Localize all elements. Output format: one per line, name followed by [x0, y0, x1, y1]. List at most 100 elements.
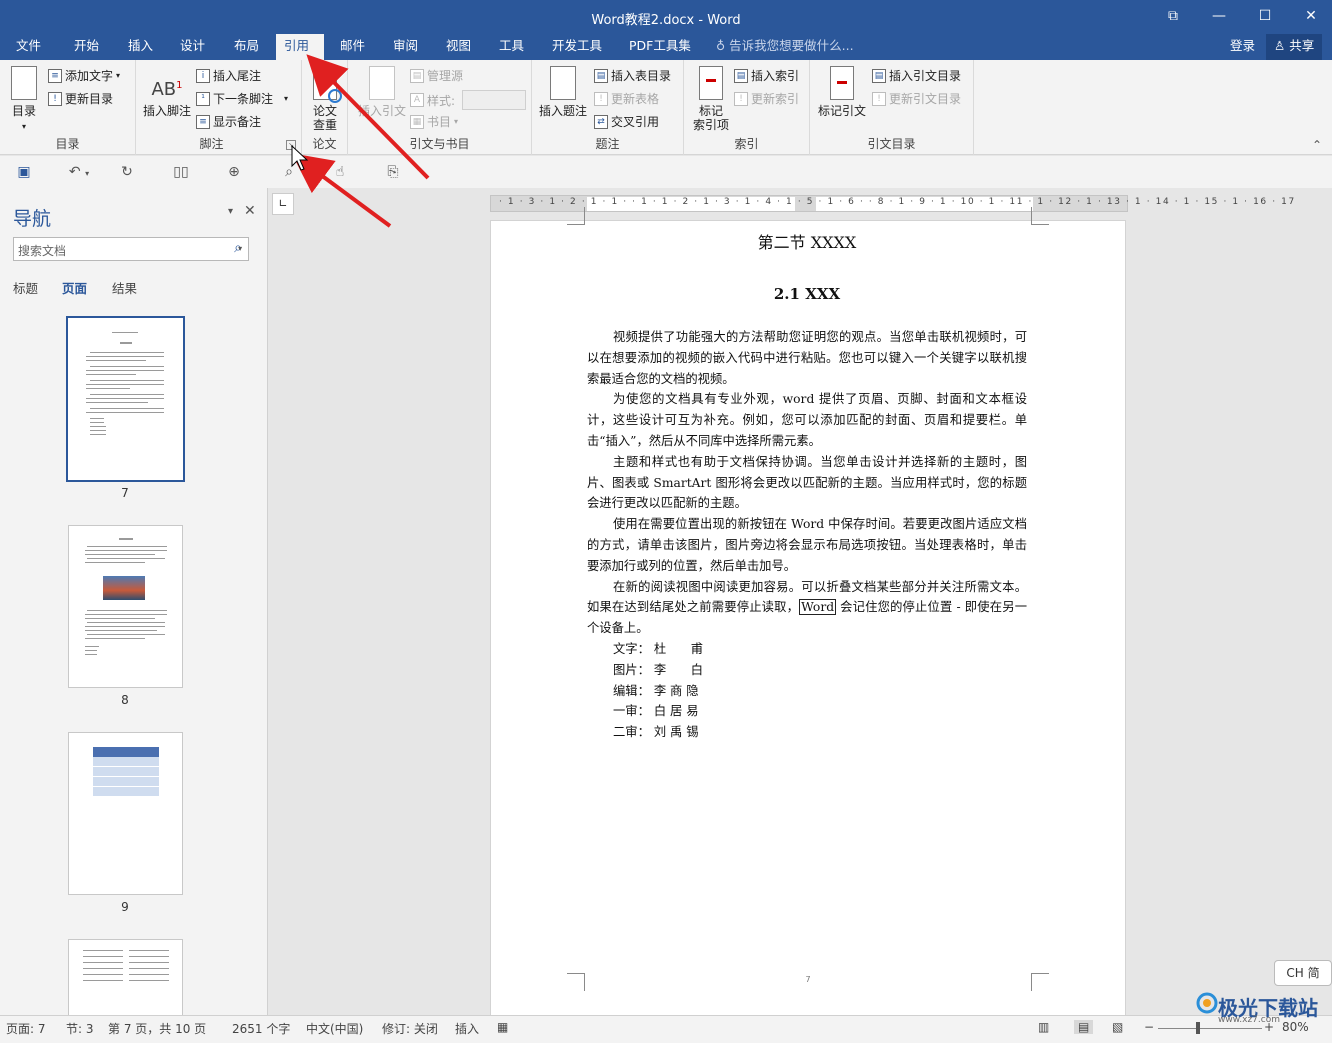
status-word-count[interactable]: 2651 个字: [232, 1020, 290, 1037]
undo-icon[interactable]: ↶ ▾: [64, 164, 94, 180]
status-page[interactable]: 页面: 7: [6, 1020, 46, 1037]
insert-table-of-figures-button[interactable]: ▤ 插入表目录: [594, 67, 671, 84]
nav-close-icon[interactable]: ✕: [244, 203, 256, 219]
nav-options-icon[interactable]: ▾: [228, 206, 233, 217]
two-pages-icon[interactable]: ▯▯: [172, 164, 190, 180]
page-thumbnail[interactable]: [68, 732, 183, 895]
update-authorities-icon: !: [872, 91, 886, 106]
cross-reference-button[interactable]: ⇄ 交叉引用: [594, 113, 659, 130]
search-input[interactable]: 搜索文档 ⌕ ▾: [13, 237, 249, 261]
document-page[interactable]: 第二节 XXXX 2.1 XXX 视频提供了功能强大的方法帮助您证明您的观点。当…: [490, 207, 1126, 1020]
style-select[interactable]: A 样式:: [410, 90, 527, 110]
paper-label-1: 论文: [312, 104, 337, 118]
tab-selector-icon[interactable]: ∟: [272, 193, 294, 215]
page-thumbnail[interactable]: [66, 316, 185, 482]
tab-developer[interactable]: 开发工具: [544, 34, 610, 60]
minimize-button[interactable]: —: [1196, 0, 1242, 34]
update-table-button[interactable]: ! 更新表格: [594, 90, 659, 107]
tab-tools[interactable]: 工具: [491, 34, 532, 60]
style-dropdown[interactable]: [462, 90, 527, 110]
paragraph: 视频提供了功能强大的方法帮助您证明您的观点。当您单击联机视频时，可以在想要添加的…: [587, 330, 1027, 386]
update-index-button[interactable]: ! 更新索引: [734, 90, 799, 107]
group-footnotes: AB1 插入脚注 i 插入尾注 ¹ 下一条脚注 ▾ ≡ 显示备注 ↘ 脚注: [136, 60, 302, 155]
zoom-out-icon[interactable]: −: [1144, 1020, 1154, 1034]
next-footnote-button[interactable]: ¹ 下一条脚注 ▾: [196, 90, 288, 107]
group-label-captions: 题注: [595, 137, 620, 151]
ribbon-display-options-icon[interactable]: ⧉: [1150, 0, 1196, 34]
zoom-slider[interactable]: [1158, 1028, 1262, 1029]
nav-tab-results[interactable]: 结果: [112, 278, 137, 297]
insert-caption-button[interactable]: 插入题注: [536, 66, 590, 118]
manage-sources-button[interactable]: ▤ 管理源: [410, 67, 463, 84]
nav-tab-headings[interactable]: 标题: [13, 278, 38, 297]
search-icon[interactable]: ⌕ ▾: [234, 240, 242, 256]
status-bar: 页面: 7 节: 3 第 7 页，共 10 页 2651 个字 中文(中国) 修…: [0, 1015, 1332, 1043]
tab-review[interactable]: 审阅: [385, 34, 426, 60]
tab-design[interactable]: 设计: [172, 34, 213, 60]
status-language[interactable]: 中文(中国): [306, 1020, 363, 1037]
collapse-ribbon-icon[interactable]: ⌃: [1312, 138, 1322, 152]
bibliography-button[interactable]: ▦ 书目 ▾: [410, 113, 458, 130]
nav-tab-pages[interactable]: 页面: [62, 278, 87, 297]
cross-reference-label: 交叉引用: [611, 115, 660, 129]
toc-icon: [11, 66, 37, 100]
page-thumbnail[interactable]: [68, 525, 183, 688]
zoom-icon[interactable]: ⌕: [280, 164, 298, 180]
status-section[interactable]: 节: 3: [66, 1020, 94, 1037]
credit-line: 二审： 刘 禹 锡: [613, 725, 699, 740]
insert-endnote-button[interactable]: i 插入尾注: [196, 67, 261, 84]
page-thumbnail[interactable]: [68, 939, 183, 1015]
read-mode-icon[interactable]: ▥: [1038, 1020, 1049, 1034]
web-icon[interactable]: ⊕: [225, 164, 243, 180]
tab-references[interactable]: 引用: [276, 34, 324, 60]
mark-entry-icon: [699, 66, 723, 100]
share-button[interactable]: ♙ 共享: [1266, 34, 1323, 60]
style-label: 样式:: [427, 93, 456, 108]
tab-view[interactable]: 视图: [438, 34, 479, 60]
boxed-word: Word: [799, 599, 837, 616]
ime-indicator[interactable]: CH 简: [1274, 960, 1332, 986]
web-layout-icon[interactable]: ▧: [1112, 1020, 1123, 1034]
tab-file[interactable]: 文件: [8, 34, 49, 60]
insert-authorities-icon: ▤: [872, 68, 886, 83]
tab-home[interactable]: 开始: [66, 34, 107, 60]
manage-sources-icon: ▤: [410, 68, 424, 83]
login-link[interactable]: 登录: [1222, 34, 1263, 60]
tab-pdf-tools[interactable]: PDF工具集: [621, 34, 699, 60]
tell-me-box[interactable]: ♁ 告诉我您想要做什么...: [708, 34, 862, 60]
tell-me-text: 告诉我您想要做什么...: [729, 38, 854, 53]
tab-insert[interactable]: 插入: [120, 34, 161, 60]
insert-authorities-button[interactable]: ▤ 插入引文目录: [872, 67, 961, 84]
macro-icon[interactable]: ▦: [497, 1020, 508, 1034]
customize-icon[interactable]: ⎘: [384, 164, 402, 180]
maximize-button[interactable]: ☐: [1242, 0, 1288, 34]
toc-button[interactable]: 目录 ▾: [6, 66, 42, 134]
show-notes-button[interactable]: ≡ 显示备注: [196, 113, 261, 130]
status-page-of[interactable]: 第 7 页，共 10 页: [108, 1020, 206, 1037]
next-footnote-icon: ¹: [196, 91, 210, 106]
save-icon[interactable]: ▣: [15, 164, 33, 180]
add-text-button[interactable]: ≡ 添加文字 ▾: [48, 67, 120, 84]
mark-entry-button[interactable]: 标记 索引项: [688, 66, 734, 132]
touch-mode-icon[interactable]: ☝: [331, 164, 349, 180]
footnote-dialog-launcher-icon[interactable]: ↘: [286, 140, 296, 150]
show-notes-label: 显示备注: [213, 115, 262, 129]
status-track-changes[interactable]: 修订: 关闭: [382, 1020, 438, 1037]
quick-access-toolbar: ▣ ↶ ▾ ↻ ▯▯ ⊕ ⌕ ☝ ⎘: [0, 156, 1332, 188]
update-index-label: 更新索引: [751, 92, 800, 106]
update-toc-button[interactable]: ! 更新目录: [48, 90, 113, 107]
redo-icon[interactable]: ↻: [118, 164, 136, 180]
update-authorities-button[interactable]: ! 更新引文目录: [872, 90, 961, 107]
insert-footnote-button[interactable]: AB1 插入脚注: [140, 66, 194, 118]
paper-check-button[interactable]: 论文 查重: [308, 66, 342, 132]
close-button[interactable]: ✕: [1288, 0, 1332, 34]
mark-citation-button[interactable]: 标记引文: [814, 66, 870, 118]
mark-citation-label: 标记引文: [817, 104, 866, 118]
tab-layout[interactable]: 布局: [226, 34, 267, 60]
tab-mailings[interactable]: 邮件: [332, 34, 373, 60]
print-layout-icon[interactable]: ▤: [1074, 1020, 1094, 1034]
insert-index-button[interactable]: ▤ 插入索引: [734, 67, 799, 84]
status-insert-mode[interactable]: 插入: [455, 1020, 479, 1037]
group-label-citations: 引文与书目: [409, 137, 470, 151]
insert-citation-button[interactable]: 插入引文: [354, 66, 410, 118]
